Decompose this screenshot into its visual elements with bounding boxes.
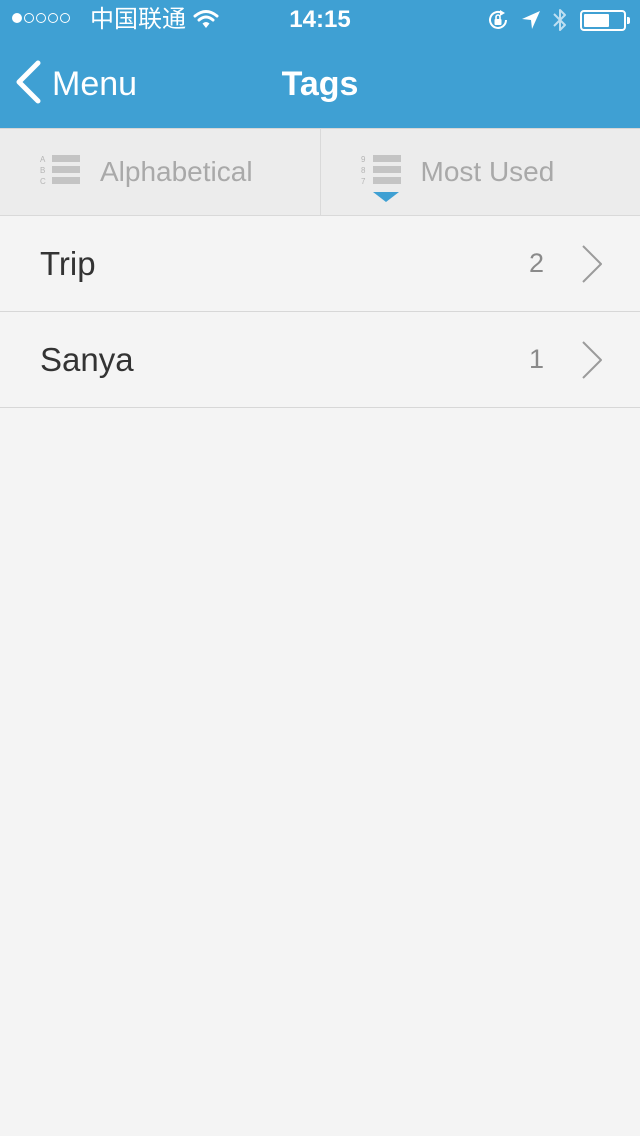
sort-tab-label: Most Used <box>420 156 555 187</box>
bluetooth-icon <box>551 7 569 38</box>
tag-count: 2 <box>528 248 544 278</box>
status-time: 14:15 <box>289 6 351 33</box>
status-bar: 中国联通 14:15 <box>0 0 640 40</box>
location-arrow-icon <box>521 10 541 35</box>
sort-control: A B C Alphabetical 9 8 7 Most Used <box>0 128 640 216</box>
icon-digit: 8 <box>361 166 366 175</box>
navigation-bar: Menu Tags <box>0 40 640 128</box>
tag-row-trip[interactable]: Trip 2 <box>0 216 640 312</box>
tags-screen: 中国联通 14:15 Menu Tags A B C Alphabetical … <box>0 0 640 1136</box>
tag-count: 1 <box>528 344 544 374</box>
icon-letter: C <box>40 177 46 186</box>
page-title: Tags <box>281 65 359 103</box>
rotation-lock-icon <box>486 8 510 37</box>
icon-letter: B <box>40 166 45 175</box>
tag-name: Sanya <box>40 341 134 378</box>
header: 中国联通 14:15 Menu Tags <box>0 0 640 128</box>
icon-letter: A <box>40 155 46 164</box>
battery-nub <box>627 17 630 24</box>
numbered-list-icon: 9 8 7 <box>361 154 403 191</box>
alphabetical-list-icon: A B C <box>40 154 82 191</box>
tag-name: Trip <box>40 245 96 282</box>
tag-row-sanya[interactable]: Sanya 1 <box>0 312 640 408</box>
tag-list: Trip 2 Sanya 1 <box>0 216 640 408</box>
active-sort-indicator <box>372 192 399 202</box>
sort-tab-label: Alphabetical <box>100 156 253 187</box>
sort-tab-alphabetical[interactable]: A B C Alphabetical <box>0 129 320 215</box>
sort-tab-most-used[interactable]: 9 8 7 Most Used <box>319 129 640 215</box>
chevron-right-icon <box>580 340 604 385</box>
chevron-right-icon <box>580 244 604 289</box>
icon-digit: 7 <box>361 177 366 186</box>
icon-digit: 9 <box>361 155 366 164</box>
battery-fill <box>584 14 610 27</box>
battery-icon <box>580 10 630 31</box>
